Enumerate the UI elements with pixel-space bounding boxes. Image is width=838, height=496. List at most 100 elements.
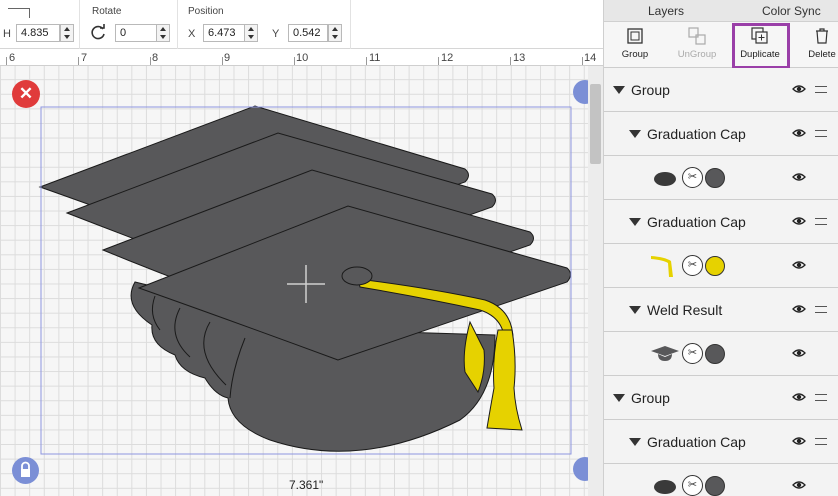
ruler-mark: 9 [224, 52, 231, 64]
eye-icon[interactable] [792, 479, 806, 491]
cut-operation-icon[interactable]: ✂ [682, 343, 703, 364]
layer-row-shape[interactable]: ✂ [604, 244, 838, 288]
trash-icon [816, 28, 828, 44]
group-button[interactable]: Group [607, 22, 663, 68]
cut-operation-icon[interactable]: ✂ [682, 255, 703, 276]
width-readout: 7.361" [289, 478, 324, 492]
ellipse-thumbnail-icon [654, 480, 676, 494]
drag-handle-icon[interactable] [815, 438, 827, 445]
ruler-mark: 8 [152, 52, 159, 64]
divider [79, 0, 80, 49]
caret-down-icon[interactable] [629, 438, 641, 446]
edit-toolbar: H 4.835 Rotate 0 Position X 6.473 Y 0.54… [0, 0, 603, 49]
divider [177, 0, 178, 49]
layer-row-group[interactable]: Group [604, 376, 838, 420]
eye-icon[interactable] [792, 435, 806, 447]
canvas-scrollbar[interactable] [588, 66, 603, 496]
height-stepper[interactable] [60, 24, 74, 42]
layer-row-shape[interactable]: ✂ [604, 332, 838, 376]
drag-handle-icon[interactable] [815, 306, 827, 313]
cut-operation-icon[interactable]: ✂ [682, 167, 703, 188]
rotate-label: Rotate [92, 6, 122, 17]
ruler-mark: 13 [513, 52, 526, 64]
position-label: Position [188, 6, 224, 17]
eye-icon[interactable] [792, 127, 806, 139]
caret-down-icon[interactable] [629, 130, 641, 138]
size-link-icon [8, 8, 30, 18]
caret-down-icon[interactable] [629, 306, 641, 314]
tassel-thumbnail-icon [651, 256, 673, 277]
x-stepper[interactable] [244, 24, 258, 42]
caret-down-icon[interactable] [613, 86, 625, 94]
eye-icon[interactable] [792, 171, 806, 183]
cut-operation-icon[interactable]: ✂ [682, 475, 703, 496]
layer-label: Graduation Cap [647, 434, 746, 450]
layer-row-graduation-cap[interactable]: Graduation Cap [604, 112, 838, 156]
ruler-mark: 6 [9, 52, 16, 64]
layer-tools: Group UnGroup Duplicate Delete [604, 22, 838, 69]
layer-row-shape[interactable]: ✂ [604, 464, 838, 496]
color-swatch[interactable] [705, 168, 725, 188]
layer-label: Graduation Cap [647, 126, 746, 142]
ellipse-thumbnail-icon [654, 172, 676, 186]
eye-icon[interactable] [792, 303, 806, 315]
horizontal-ruler: 6 7 8 9 10 11 12 13 14 [0, 50, 603, 66]
eye-icon[interactable] [792, 215, 806, 227]
x-label: X [188, 28, 196, 40]
layer-label: Weld Result [647, 302, 723, 318]
close-icon[interactable]: ✕ [12, 80, 40, 108]
color-swatch[interactable] [705, 256, 725, 276]
drag-handle-icon[interactable] [815, 218, 827, 225]
h-label: H [3, 28, 11, 40]
y-position-input[interactable]: 0.542 [288, 24, 328, 42]
ungroup-icon [688, 27, 706, 45]
rotate-icon [91, 24, 105, 40]
drag-handle-icon[interactable] [815, 86, 827, 93]
lock-icon[interactable] [12, 457, 39, 484]
delete-button[interactable]: Delete [794, 22, 838, 68]
rotate-input[interactable]: 0 [115, 24, 157, 42]
caret-down-icon[interactable] [613, 394, 625, 402]
layer-row-graduation-cap[interactable]: Graduation Cap [604, 200, 838, 244]
rotate-stepper[interactable] [156, 24, 170, 42]
eye-icon[interactable] [792, 83, 806, 95]
layer-row-graduation-cap[interactable]: Graduation Cap [604, 420, 838, 464]
ruler-mark: 7 [81, 52, 88, 64]
drag-handle-icon[interactable] [815, 130, 827, 137]
caret-down-icon[interactable] [629, 218, 641, 226]
cap-thumbnail-icon [651, 346, 679, 361]
y-label: Y [272, 28, 280, 40]
layer-row-shape[interactable]: ✂ [604, 156, 838, 200]
eye-icon[interactable] [792, 259, 806, 271]
x-position-input[interactable]: 6.473 [203, 24, 245, 42]
ruler-mark: 11 [369, 52, 381, 64]
group-label: Group [621, 49, 649, 60]
y-stepper[interactable] [328, 24, 342, 42]
layer-label: Group [631, 82, 670, 98]
layer-label: Graduation Cap [647, 214, 746, 230]
panel-tabs: Layers Color Sync [604, 0, 838, 22]
tab-color-sync[interactable]: Color Sync [762, 4, 821, 18]
layer-label: Group [631, 390, 670, 406]
group-icon [627, 28, 643, 44]
divider [350, 0, 351, 49]
ungroup-button[interactable]: UnGroup [669, 22, 725, 68]
color-swatch[interactable] [705, 476, 725, 496]
eye-icon[interactable] [792, 347, 806, 359]
graduation-cap-artwork[interactable] [0, 66, 603, 496]
scrollbar-thumb[interactable] [590, 84, 601, 164]
delete-label: Delete [808, 49, 836, 60]
tab-layers[interactable]: Layers [648, 4, 684, 18]
ruler-mark: 12 [441, 52, 454, 64]
layer-row-weld-result[interactable]: Weld Result [604, 288, 838, 332]
color-swatch[interactable] [705, 344, 725, 364]
ungroup-label: UnGroup [677, 49, 717, 60]
drag-handle-icon[interactable] [815, 394, 827, 401]
height-input[interactable]: 4.835 [16, 24, 60, 42]
eye-icon[interactable] [792, 391, 806, 403]
duplicate-highlight [732, 23, 790, 69]
layers-panel: Layers Color Sync Group UnGroup Duplicat… [603, 0, 838, 496]
ruler-mark: 10 [296, 52, 309, 64]
ruler-mark: 14 [584, 52, 597, 64]
layer-row-group[interactable]: Group [604, 68, 838, 112]
